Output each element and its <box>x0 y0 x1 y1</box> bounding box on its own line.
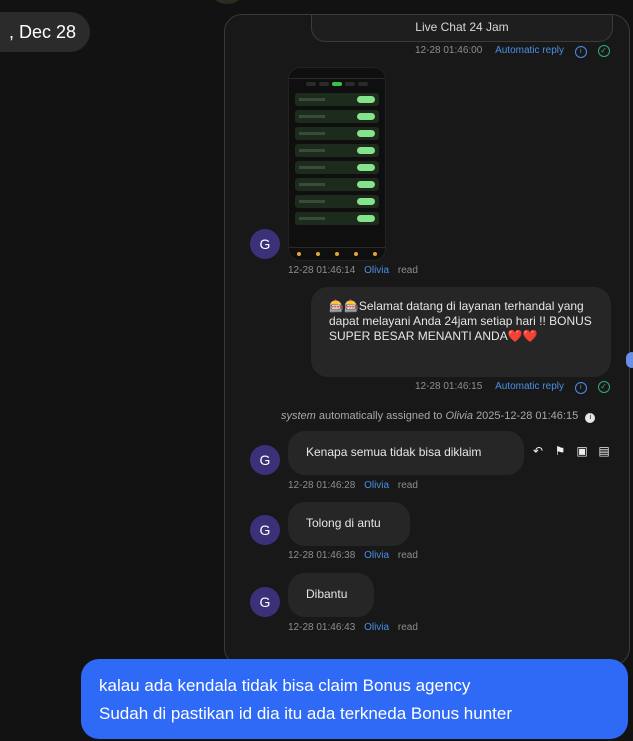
chat-panel: Live Chat 24 Jam 12-28 01:46:00 Automati… <box>224 14 630 666</box>
phone-row <box>295 93 379 106</box>
meta-1: 12-28 01:46:00 Automatic reply i ✓ <box>415 45 610 58</box>
outgoing-line-2: Sudah di pastikan id dia itu ada terkned… <box>99 704 513 723</box>
message-actions: ↶ ⚑ ▣ ▤ <box>531 444 611 458</box>
check-icon: ✓ <box>597 45 610 57</box>
comment-icon[interactable]: ▣ <box>575 444 589 458</box>
phone-tabs <box>289 79 385 89</box>
phone-bottom-nav <box>289 247 385 260</box>
phone-row <box>295 212 379 225</box>
top-emoji-fragment <box>210 0 244 4</box>
date-pill: , Dec 28 <box>0 12 90 52</box>
avatar: G <box>250 515 280 545</box>
welcome-message: 🎰🎰Selamat datang di layanan terhandal ya… <box>311 287 611 377</box>
meta-6: 12-28 01:46:43 Olivia read <box>288 622 418 633</box>
phone-row <box>295 144 379 157</box>
customer-message: Dibantu <box>288 573 374 617</box>
flag-icon[interactable]: ⚑ <box>553 444 567 458</box>
phone-row <box>295 127 379 140</box>
phone-row <box>295 178 379 191</box>
meta-5: 12-28 01:46:38 Olivia read <box>288 550 418 561</box>
avatar: G <box>250 445 280 475</box>
live-chat-label: Live Chat 24 Jam <box>415 20 509 34</box>
phone-row <box>295 110 379 123</box>
phone-row <box>295 195 379 208</box>
info-icon: i <box>574 382 587 394</box>
meta-2: 12-28 01:46:14 Olivia read <box>288 265 418 276</box>
info-icon: i <box>574 46 587 58</box>
scroll-marker <box>626 352 633 368</box>
bookmark-icon[interactable]: ▤ <box>597 444 611 458</box>
meta-3: 12-28 01:46:15 Automatic reply i ✓ <box>415 381 610 394</box>
meta-4: 12-28 01:46:28 Olivia read <box>288 480 418 491</box>
system-assignment-line: system automatically assigned to Olivia … <box>281 410 596 423</box>
outgoing-line-1: kalau ada kendala tidak bisa claim Bonus… <box>99 676 471 695</box>
phone-top-bar <box>289 68 385 79</box>
customer-message: Tolong di antu <box>288 502 410 546</box>
live-chat-banner: Live Chat 24 Jam <box>311 15 613 42</box>
date-text: , Dec 28 <box>8 21 76 42</box>
reply-icon[interactable]: ↶ <box>531 444 545 458</box>
check-icon: ✓ <box>597 381 610 393</box>
phone-row <box>295 161 379 174</box>
customer-message: Kenapa semua tidak bisa diklaim <box>288 431 524 475</box>
outgoing-message-bubble: kalau ada kendala tidak bisa claim Bonus… <box>81 659 628 739</box>
avatar: G <box>250 229 280 259</box>
info-icon: i <box>585 413 596 423</box>
phone-screenshot-image[interactable] <box>288 67 386 261</box>
avatar: G <box>250 587 280 617</box>
